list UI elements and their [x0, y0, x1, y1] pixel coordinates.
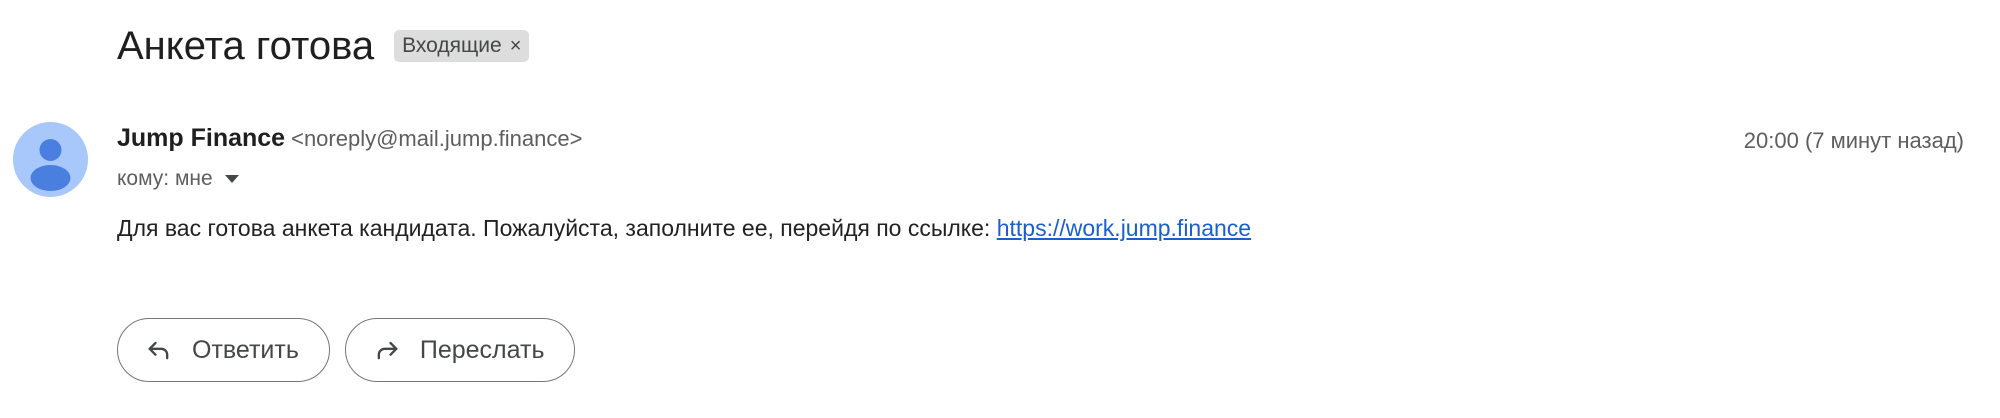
forward-icon	[372, 335, 402, 365]
sender-email: <noreply@mail.jump.finance>	[291, 126, 583, 151]
email-body: Для вас готова анкета кандидата. Пожалуй…	[117, 215, 1251, 242]
email-timestamp: 20:00 (7 минут назад)	[1743, 128, 1964, 153]
label-chip-text: Входящие	[402, 34, 502, 57]
email-body-link[interactable]: https://work.jump.finance	[997, 215, 1251, 241]
reply-button[interactable]: Ответить	[117, 318, 330, 382]
recipient-text: кому: мне	[117, 167, 213, 190]
email-subject: Анкета готова	[117, 23, 375, 68]
email-body-text: Для вас готова анкета кандидата. Пожалуй…	[117, 215, 997, 241]
forward-button[interactable]: Переслать	[344, 318, 576, 382]
sender-row: Jump Finance <noreply@mail.jump.finance>	[117, 124, 582, 158]
forward-button-label: Переслать	[419, 335, 545, 364]
reply-button-label: Ответить	[192, 335, 299, 364]
reply-icon	[144, 335, 174, 365]
sender-name[interactable]: Jump Finance	[117, 124, 285, 153]
inbox-label-chip[interactable]: Входящие ×	[394, 30, 530, 62]
recipient-details-dropdown-icon[interactable]	[224, 175, 239, 183]
person-icon	[30, 139, 71, 191]
sender-avatar[interactable]	[13, 122, 88, 197]
email-actions: Ответить Переслать	[117, 318, 576, 382]
remove-label-icon[interactable]: ×	[510, 35, 522, 58]
recipient-row: кому: мне	[117, 164, 239, 194]
subject-row: Анкета готова Входящие ×	[117, 18, 530, 74]
